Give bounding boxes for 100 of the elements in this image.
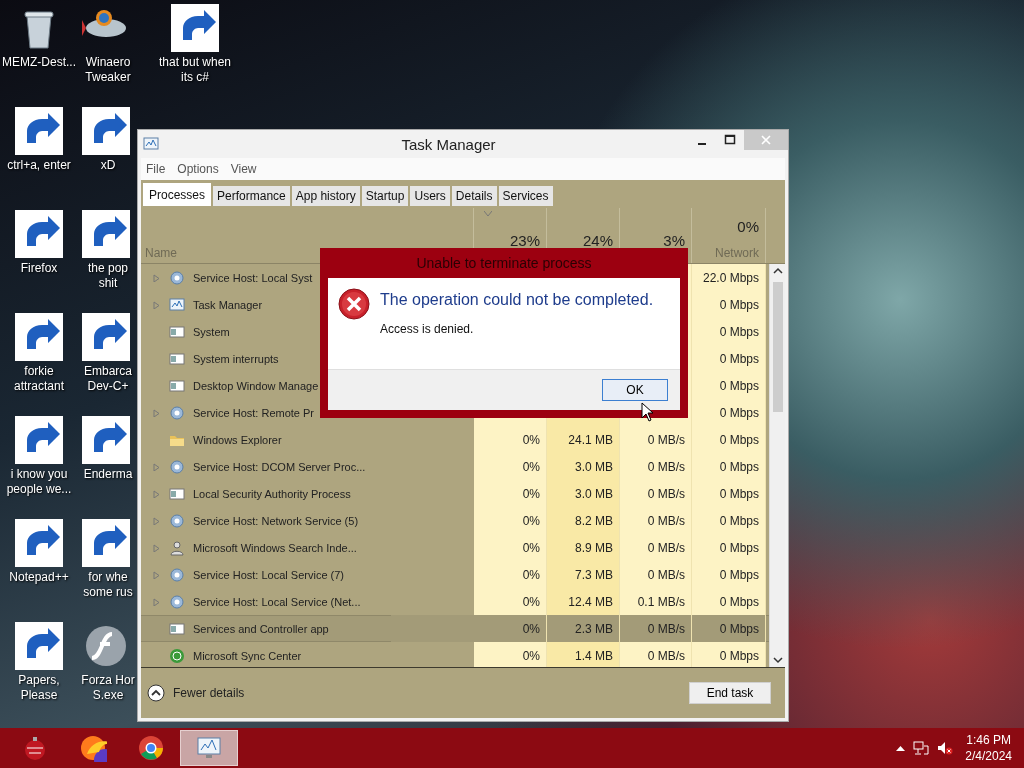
table-cell: 0 MB/s [620,561,692,588]
taskbar-button[interactable] [180,730,238,766]
process-name[interactable]: Service Host: Local Syst [193,271,313,284]
end-task-button[interactable]: End task [689,682,771,704]
table-cell: 0% [474,561,547,588]
process-name[interactable]: Service Host: Local Service (7) [193,568,344,581]
scrollbar-thumb[interactable] [772,282,783,412]
table-cell: 0 Mbps [692,372,766,399]
scrollbar[interactable] [769,264,785,667]
process-name[interactable]: Service Host: Local Service (Net... [193,595,361,608]
tab[interactable]: Users [410,186,450,206]
tab[interactable]: Details [451,186,497,206]
expand-arrow-icon[interactable] [152,516,160,525]
close-icon [760,134,772,146]
process-row[interactable]: Local Security Authority Process 0% 3.0 MB 0 MB/s 0 Mbps [141,480,769,507]
process-name[interactable]: Microsoft Sync Center [193,649,302,662]
process-name[interactable]: Desktop Window Manage [193,379,319,392]
table-cell: 24.1 MB [547,426,620,453]
process-name[interactable]: Task Manager [193,298,263,311]
menu-item[interactable]: View [230,162,257,176]
process-row[interactable]: Service Host: Network Service (5) 0% 8.2 MB 0 MB/s 0 Mbps [141,507,769,534]
table-cell: 0 Mbps [692,291,766,318]
desktop-icon-label[interactable]: Enderma [80,467,136,482]
expand-arrow-icon[interactable] [152,273,160,282]
table-cell: 0 Mbps [692,399,766,426]
network-icon[interactable] [913,740,930,756]
table-cell: 0 MB/s [620,534,692,561]
menu-item[interactable]: File [146,162,166,176]
desktop-icon-label[interactable]: i know you people we... [1,467,77,497]
table-cell: 0 Mbps [692,588,766,615]
sync-icon [169,647,185,664]
fewer-details-button[interactable]: Fewer details [147,684,245,702]
speaker-muted-icon[interactable] [937,740,954,756]
desktop-icon-label[interactable]: MEMZ-Dest... [1,55,77,70]
desktop-icon-label[interactable]: ctrl+a, enter [1,158,77,173]
process-name[interactable]: System interrupts [193,352,279,365]
window-icon [169,377,185,394]
process-name[interactable]: Service Host: Network Service (5) [193,514,359,527]
process-name[interactable]: Local Security Authority Process [193,487,351,500]
table-cell: 12.4 MB [547,588,620,615]
process-row[interactable]: Service Host: Local Service (7) 0% 7.3 MB 0 MB/s 0 Mbps [141,561,769,588]
process-name[interactable]: Services and Controller app [193,622,329,635]
menu-item[interactable]: Options [177,162,219,176]
sort-caret-icon[interactable] [484,211,492,216]
window-icon [169,323,185,340]
tab[interactable]: Services [498,186,553,206]
clock-date[interactable]: 2/4/2024 [965,748,1012,764]
process-row[interactable]: Microsoft Windows Search Inde... 0% 8.9 MB 0 MB/s 0 Mbps [141,534,769,561]
table-cell: 0 Mbps [692,642,766,667]
process-row[interactable]: Service Host: Local Service (Net... 0% 12.4 MB 0.1 MB/s 0 Mbps [141,588,769,615]
expand-arrow-icon[interactable] [152,570,160,579]
tab[interactable]: Startup [361,186,409,206]
table-cell: 3.0 MB [547,453,620,480]
process-row[interactable]: Windows Explorer 0% 24.1 MB 0 MB/s 0 Mbps [141,426,769,453]
process-row[interactable]: Microsoft Sync Center 0% 1.4 MB 0 MB/s 0 Mbps [141,642,769,667]
chart-icon [169,296,185,313]
table-cell: 0 MB/s [620,507,692,534]
expand-arrow-icon[interactable] [152,489,160,498]
app-chart-icon [143,136,159,152]
table-cell: 2.3 MB [547,615,620,642]
desktop-icon-label[interactable]: Papers, Please [1,673,77,703]
browser-circle-icon [137,734,165,762]
table-cell: 0 Mbps [692,507,766,534]
collapse-icon [147,684,165,702]
process-name[interactable]: Service Host: Remote Pr [193,406,315,419]
desktop-icon-label[interactable]: Firefox [1,261,77,276]
expand-arrow-icon[interactable] [152,543,160,552]
gear-icon [169,269,185,286]
table-cell: 0 Mbps [692,480,766,507]
table-cell: 1.4 MB [547,642,620,667]
desktop-icon-label[interactable]: forkie attractant [1,364,77,394]
desktop-icon-label[interactable]: for whe some rus [80,570,136,600]
desktop-icon-label[interactable]: Winaero Tweaker [80,55,136,85]
desktop-icon-label[interactable]: that but when its c# [157,55,233,85]
expand-arrow-icon[interactable] [152,597,160,606]
tab[interactable]: Performance [213,186,290,206]
process-name[interactable]: Service Host: DCOM Server Proc... [193,460,366,473]
process-name[interactable]: Windows Explorer [193,433,282,446]
expand-arrow-icon[interactable] [152,300,160,309]
desktop-icon-label[interactable]: the pop shit [80,261,136,291]
expand-arrow-icon[interactable] [152,408,160,417]
process-row[interactable]: Services and Controller app 0% 2.3 MB 0 MB/s 0 Mbps [141,615,769,642]
process-name[interactable]: System [193,325,230,338]
minimize-icon [698,143,706,145]
column-usage-percent: 24% [582,232,613,249]
clock-time[interactable]: 1:46 PM [966,732,1011,748]
gear-icon [169,566,185,583]
desktop-icon-label[interactable]: Embarca Dev-C+ [80,364,136,394]
tab[interactable]: App history [291,186,360,206]
column-usage-percent: 23% [509,232,540,249]
tab[interactable]: Processes [143,183,212,206]
desktop-icon-label[interactable]: Forza Hor S.exe [80,673,136,703]
table-cell: 22.0 Mbps [692,264,766,291]
desktop-icon-label[interactable]: xD [80,158,136,173]
process-row[interactable]: Service Host: DCOM Server Proc... 0% 3.0 MB 0 MB/s 0 Mbps [141,453,769,480]
tray-expand-icon[interactable] [896,745,906,751]
expand-arrow-icon[interactable] [152,462,160,471]
desktop-icon-label[interactable]: Notepad++ [1,570,77,585]
process-name[interactable]: Microsoft Windows Search Inde... [193,541,357,554]
ok-button[interactable]: OK [602,379,668,401]
